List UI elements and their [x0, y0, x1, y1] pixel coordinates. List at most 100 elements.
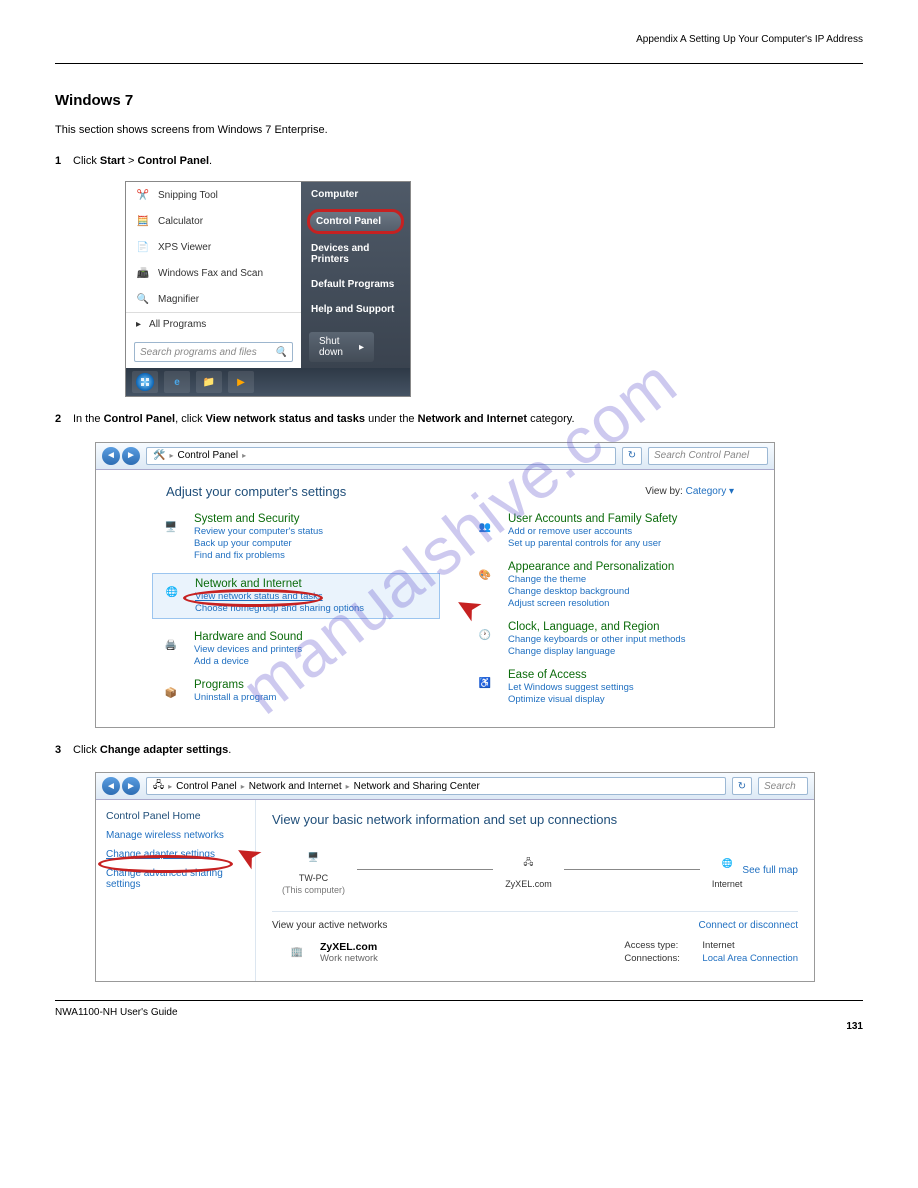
start-orb[interactable]: [132, 371, 158, 393]
active-network-item[interactable]: 🏢 ZyXEL.com Work network: [282, 939, 378, 965]
cp-category-title[interactable]: System and Security: [194, 513, 323, 525]
folder-icon: 📁: [203, 377, 215, 388]
intro-paragraph: This section shows screens from Windows …: [55, 123, 863, 139]
search-placeholder-text: Search programs and files: [140, 347, 257, 358]
control-panel-home-link[interactable]: Control Panel Home: [106, 810, 245, 822]
start-right-item-default-programs[interactable]: Default Programs: [301, 272, 410, 297]
breadcrumb-item-2[interactable]: Network and Sharing Center: [354, 781, 480, 792]
cp-link[interactable]: View network status and tasks: [195, 591, 364, 602]
nav-forward-button[interactable]: ►: [122, 777, 140, 795]
taskbar-media-button[interactable]: ▶: [228, 371, 254, 393]
local-area-connection-link[interactable]: Local Area Connection: [702, 953, 798, 964]
cp-link[interactable]: Find and fix problems: [194, 550, 323, 561]
cp-link[interactable]: View devices and printers: [194, 644, 303, 655]
cp-link[interactable]: Back up your computer: [194, 538, 323, 549]
cp-link[interactable]: Change display language: [508, 646, 685, 657]
cp-link[interactable]: Review your computer's status: [194, 526, 323, 537]
footer-doc-title: NWA1100-NH User's Guide: [55, 1007, 863, 1018]
taskbar-ie-button[interactable]: e: [164, 371, 190, 393]
step-3: 3Click Change adapter settings.: [55, 742, 863, 759]
cp-link[interactable]: Let Windows suggest settings: [508, 682, 634, 693]
cp-link[interactable]: Optimize visual display: [508, 694, 634, 705]
cp-link[interactable]: Change keyboards or other input methods: [508, 634, 685, 645]
nav-back-button[interactable]: ◄: [102, 777, 120, 795]
cp-category-appearance-and-personalization: 🎨 Appearance and PersonalizationChange t…: [470, 561, 754, 609]
breadcrumb-item-1[interactable]: Network and Internet: [249, 781, 342, 792]
cp-category-title[interactable]: User Accounts and Family Safety: [508, 513, 677, 525]
shutdown-button[interactable]: Shut down ▸: [309, 332, 374, 362]
cp-category-title[interactable]: Appearance and Personalization: [508, 561, 674, 573]
program-label: XPS Viewer: [158, 242, 211, 253]
cp-link[interactable]: Add or remove user accounts: [508, 526, 677, 537]
cp-link[interactable]: Choose homegroup and sharing options: [195, 603, 364, 614]
cp-category-title[interactable]: Network and Internet: [195, 578, 364, 590]
cp-category-user-accounts-and-family-safety: 👥 User Accounts and Family SafetyAdd or …: [470, 513, 754, 549]
ns-title: View your basic network information and …: [272, 812, 617, 827]
sidebar-link-change-adapter[interactable]: Change adapter settings: [106, 849, 245, 860]
building-network-icon: 🏢: [291, 947, 303, 958]
ie-icon: e: [174, 377, 180, 388]
program-icon: ✂️: [134, 186, 152, 204]
cp-link[interactable]: Set up parental controls for any user: [508, 538, 677, 549]
sidebar-link-manage-wireless[interactable]: Manage wireless networks: [106, 830, 245, 841]
program-item-windows-fax-and-scan[interactable]: 📠Windows Fax and Scan: [126, 260, 301, 286]
program-label: Calculator: [158, 216, 203, 227]
category-icon: 👥: [470, 513, 500, 543]
start-right-item-help-and-support[interactable]: Help and Support: [301, 297, 410, 322]
program-item-snipping-tool[interactable]: ✂️ Snipping Tool: [126, 182, 301, 208]
breadcrumb-item-0[interactable]: Control Panel: [176, 781, 237, 792]
taskbar-explorer-button[interactable]: 📁: [196, 371, 222, 393]
cp-link[interactable]: Change desktop background: [508, 586, 674, 597]
see-full-map-link[interactable]: See full map: [742, 865, 798, 876]
map-node-internet: 🌐 Internet: [712, 849, 743, 889]
window-address-bar: ◄ ► 🛠️ ▸ Control Panel ▸ ↻ Search Contro…: [96, 443, 774, 470]
cp-link[interactable]: Add a device: [194, 656, 303, 667]
breadcrumb-item-0[interactable]: Control Panel: [177, 450, 238, 461]
start-right-item-devices-and-printers[interactable]: Devices and Printers: [301, 236, 410, 272]
sidebar-link-advanced-sharing[interactable]: Change advanced sharing settings: [106, 868, 245, 890]
network-icon: 🖧: [523, 855, 533, 871]
cp-main-title: Adjust your computer's settings: [166, 484, 346, 499]
start-right-item-control-panel[interactable]: Control Panel: [307, 209, 404, 234]
nav-forward-button[interactable]: ►: [122, 447, 140, 465]
program-label: Magnifier: [158, 294, 199, 305]
breadcrumb[interactable]: 🛠️ ▸ Control Panel ▸: [146, 447, 616, 465]
cp-link[interactable]: Adjust screen resolution: [508, 598, 674, 609]
program-item-xps-viewer[interactable]: 📄XPS Viewer: [126, 234, 301, 260]
cp-category-title[interactable]: Clock, Language, and Region: [508, 621, 685, 633]
cp-category-title[interactable]: Programs: [194, 679, 276, 691]
breadcrumb[interactable]: 🖧 ▸ Control Panel ▸ Network and Internet…: [146, 777, 726, 795]
view-by-selector[interactable]: View by: Category ▾: [645, 486, 734, 497]
network-main-pane: View your basic network information and …: [256, 800, 814, 981]
control-panel-window: ◄ ► 🛠️ ▸ Control Panel ▸ ↻ Search Contro…: [95, 442, 775, 728]
connection-details: Access type:Internet Connections:Local A…: [624, 940, 798, 964]
program-icon: 📠: [134, 264, 152, 282]
program-label: Snipping Tool: [158, 190, 218, 201]
computer-icon: 🖥️: [308, 852, 319, 863]
cp-category-title[interactable]: Ease of Access: [508, 669, 634, 681]
map-node-network: 🖧 ZyXEL.com: [505, 849, 552, 889]
search-input[interactable]: Search programs and files 🔍: [134, 342, 293, 362]
step-2: 2In the Control Panel, click View networ…: [55, 411, 863, 428]
program-item-calculator[interactable]: 🧮Calculator: [126, 208, 301, 234]
network-sidebar: ➤ Control Panel Home Manage wireless net…: [96, 800, 256, 981]
cp-search-input[interactable]: Search Control Panel: [648, 447, 768, 465]
program-item-magnifier[interactable]: 🔍Magnifier: [126, 286, 301, 312]
window-address-bar: ◄ ► 🖧 ▸ Control Panel ▸ Network and Inte…: [96, 773, 814, 800]
start-right-item-computer[interactable]: Computer: [301, 182, 410, 207]
start-menu-left-pane: ✂️ Snipping Tool 🧮Calculator📄XPS Viewer📠Wi…: [126, 182, 301, 368]
refresh-button[interactable]: ↻: [732, 777, 752, 795]
windows-start-menu: ✂️ Snipping Tool 🧮Calculator📄XPS Viewer📠Wi…: [125, 181, 411, 397]
category-icon: ♿: [470, 669, 500, 699]
connect-disconnect-link[interactable]: Connect or disconnect: [698, 920, 798, 931]
cp-category-title[interactable]: Hardware and Sound: [194, 631, 303, 643]
cp-search-input[interactable]: Search: [758, 777, 808, 795]
refresh-button[interactable]: ↻: [622, 447, 642, 465]
cp-link[interactable]: Uninstall a program: [194, 692, 276, 703]
category-icon: 🌐: [157, 578, 187, 608]
all-programs-item[interactable]: ▸ All Programs: [126, 312, 301, 336]
cp-link[interactable]: Change the theme: [508, 574, 674, 585]
nav-back-button[interactable]: ◄: [102, 447, 120, 465]
start-menu-right-pane: ComputerControl PanelDevices and Printer…: [301, 182, 410, 368]
media-icon: ▶: [237, 377, 245, 388]
